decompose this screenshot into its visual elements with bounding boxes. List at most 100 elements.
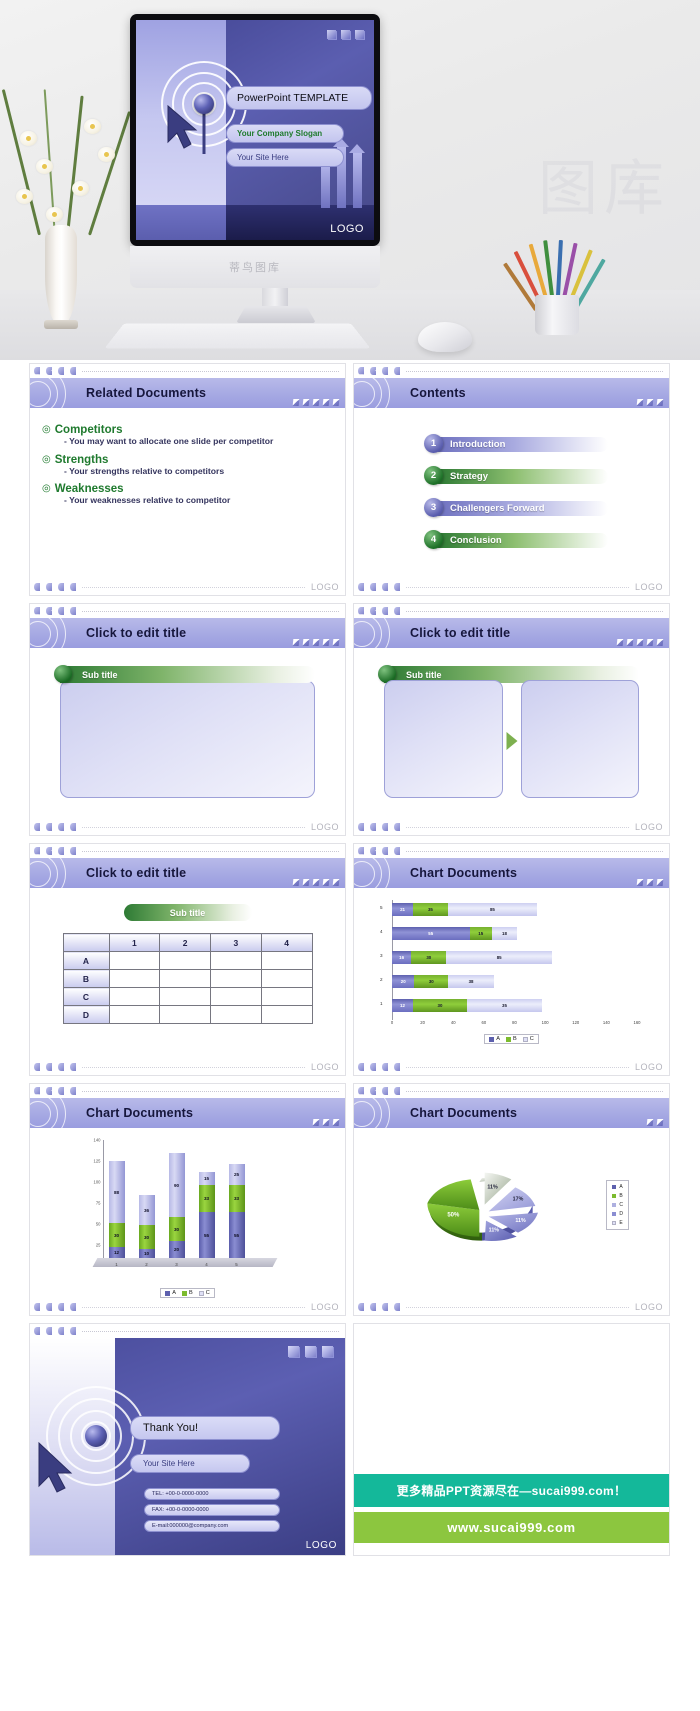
chart-y-ticks: 140 125 100 75 50 25: [93, 1137, 101, 1248]
slide-edit-title-single-box[interactable]: Click to edit title Sub title LOGO: [29, 603, 346, 836]
slide-chart-documents-hbar[interactable]: Chart Documents 5 21 35 85 4 55 15 18 3 …: [353, 843, 670, 1076]
chart-category-label: 2: [380, 977, 383, 982]
bullet-group: ◎ Strengths: [42, 454, 333, 466]
table-cell[interactable]: [210, 969, 262, 988]
header-cube-decorations: [636, 399, 664, 406]
thank-you-text: Thank You!: [143, 1422, 199, 1434]
header-cube-decorations: [646, 1119, 664, 1126]
table-row: B: [62, 969, 313, 988]
bullet-heading: Weaknesses: [54, 483, 124, 496]
table-cell[interactable]: [260, 951, 313, 970]
table-cell[interactable]: [159, 951, 211, 970]
slide-footer: LOGO: [354, 1059, 669, 1075]
table-cell[interactable]: [159, 969, 211, 988]
chart-bar-row: 2 20 30 38: [380, 972, 637, 992]
table-cell[interactable]: [260, 969, 313, 988]
contents-item[interactable]: 1 Introduction: [424, 434, 657, 457]
subtitle-text: Sub title: [169, 907, 206, 918]
screen-title-field: PowerPoint TEMPLATE: [226, 86, 372, 110]
footer-logo: LOGO: [634, 1302, 663, 1312]
chart-category-label: 1: [380, 1001, 383, 1006]
contents-item[interactable]: 4 Conclusion: [424, 530, 657, 553]
slide-header: Contents: [354, 370, 669, 416]
slide-thank-you[interactable]: Thank You! Your Site Here TEL: +00-0-000…: [29, 1323, 346, 1556]
table-cell[interactable]: [159, 1005, 211, 1024]
chart-category-label: 3: [380, 953, 383, 958]
slide-chart-documents-column[interactable]: Chart Documents 140 125 100 75 50 25 88: [29, 1083, 346, 1316]
table-cell[interactable]: [108, 951, 161, 970]
slide-body: Sub title 1 2 3 4 A B C D: [30, 888, 345, 1061]
table-cell[interactable]: [108, 987, 161, 1006]
table-cell[interactable]: [260, 1005, 313, 1024]
contents-number: 1: [424, 434, 443, 453]
legend-item: B: [505, 1036, 517, 1042]
pie-chart-svg: 50% 11% 17% 11% 11%: [427, 1172, 538, 1241]
table-cell[interactable]: [260, 987, 313, 1006]
screen-bottom-bar-left: [136, 204, 227, 240]
chart-category-label: 4: [380, 929, 383, 934]
slide-title: Contents: [410, 386, 466, 400]
cube-decorations: [288, 1346, 333, 1357]
subtitle-pill: Sub title: [123, 904, 252, 921]
table-cell[interactable]: [210, 1005, 262, 1024]
slide-header: Click to edit title: [30, 610, 345, 656]
thank-you-logo: LOGO: [305, 1540, 337, 1551]
legend-item: C: [198, 1290, 210, 1296]
promo-banner-green: www.sucai999.com: [354, 1512, 669, 1543]
table-cell[interactable]: [108, 1005, 161, 1024]
content-placeholder-box-left[interactable]: [384, 680, 503, 798]
screen-site-text: Your Site Here: [237, 153, 289, 162]
vase-foot: [44, 320, 78, 329]
legend-item: B: [181, 1290, 193, 1296]
header-cube-decorations: [292, 879, 340, 886]
slide-edit-title-two-box[interactable]: Click to edit title Sub title LOGO: [353, 603, 670, 836]
contents-number: 2: [424, 466, 443, 485]
slide-top-strip: [30, 1324, 345, 1338]
table-cell[interactable]: [159, 987, 211, 1006]
bullet-subtext: - You may want to allocate one slide per…: [64, 436, 274, 446]
footer-logo: LOGO: [310, 822, 339, 832]
header-cube-decorations: [292, 639, 340, 646]
table-row-header: A: [62, 951, 110, 970]
subtitle-text: Sub title: [82, 669, 118, 680]
slide-header: Related Documents: [30, 370, 345, 416]
email-field: E-mail:000000@company.com: [144, 1520, 280, 1532]
slide-body: 5 21 35 85 4 55 15 18 3 16 30 85 2 20 30…: [354, 888, 669, 1061]
contents-label: Strategy: [450, 471, 489, 482]
bullet-heading: Strengths: [54, 453, 109, 466]
monitor: PowerPoint TEMPLATE Your Company Slogan …: [130, 14, 380, 246]
content-placeholder-box[interactable]: [60, 680, 315, 798]
contents-item[interactable]: 2 Strategy: [424, 466, 657, 489]
chart-bar-row: 3 16 30 85: [380, 948, 637, 968]
table-row: D: [62, 1005, 313, 1024]
slide-promo[interactable]: 更多精品PPT资源尽在—sucai999.com！ www.sucai999.c…: [353, 1323, 670, 1556]
flower-vase: [45, 225, 77, 325]
bullet-group: ◎ Weaknesses: [42, 483, 333, 495]
table-cell[interactable]: [108, 969, 161, 988]
chart-column: 25 33 55: [228, 1164, 245, 1258]
slide-grid: Related Documents ◎ Competitors - You ma…: [0, 363, 700, 1556]
fax-field: FAX: +00-0-0000-0000: [144, 1504, 280, 1516]
contents-list: 1 Introduction 2 Strategy 3 Challengers …: [424, 434, 657, 553]
slide-title: Click to edit title: [86, 866, 187, 880]
table-cell[interactable]: [210, 951, 262, 970]
slide-footer: LOGO: [30, 1059, 345, 1075]
slide-contents[interactable]: Contents 1 Introduction 2 Strategy 3 Cha…: [353, 363, 670, 596]
table-row-header: C: [62, 987, 110, 1006]
slide-footer: LOGO: [30, 579, 345, 595]
footer-logo: LOGO: [634, 582, 663, 592]
table-row-header: D: [62, 1005, 110, 1024]
chart-legend: A B C: [484, 1034, 539, 1044]
table-column-header: 1: [108, 933, 161, 952]
slide-body: 50% 11% 17% 11% 11% A B C D E: [354, 1128, 669, 1301]
slide-title: Click to edit title: [86, 626, 187, 640]
data-table[interactable]: 1 2 3 4 A B C D: [62, 933, 313, 1024]
slide-chart-documents-pie[interactable]: Chart Documents 50% 11% 17% 11% 11% A B …: [353, 1083, 670, 1316]
content-placeholder-box-right[interactable]: [520, 680, 639, 798]
contents-item[interactable]: 3 Challengers Forward: [424, 498, 657, 521]
slide-edit-title-table[interactable]: Click to edit title Sub title 1 2 3 4 A: [29, 843, 346, 1076]
slide-related-documents[interactable]: Related Documents ◎ Competitors - You ma…: [29, 363, 346, 596]
site-text: Your Site Here: [143, 1459, 195, 1468]
slide-footer: LOGO: [354, 819, 669, 835]
table-cell[interactable]: [210, 987, 262, 1006]
